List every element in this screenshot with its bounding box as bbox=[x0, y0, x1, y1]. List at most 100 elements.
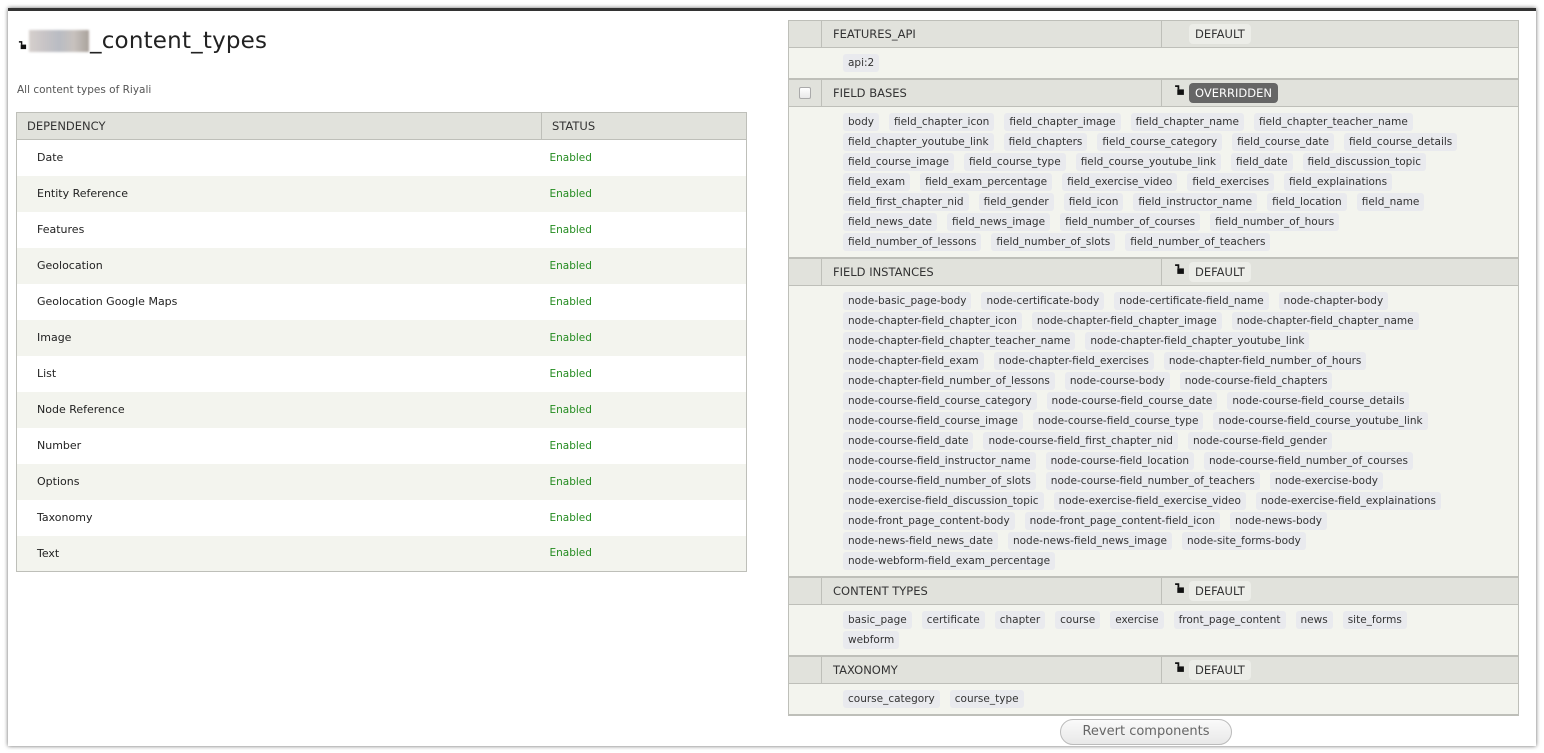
state-badge: DEFAULT bbox=[1189, 581, 1251, 601]
table-row: Number Enabled bbox=[16, 427, 747, 464]
table-row: Date Enabled bbox=[16, 139, 747, 176]
component-item: api:2 bbox=[843, 54, 880, 72]
state-badge: OVERRIDDEN bbox=[1189, 83, 1278, 103]
component-item: field_number_of_slots bbox=[991, 233, 1116, 251]
component-item: node-course-field_first_chapter_nid bbox=[983, 432, 1178, 450]
component-item: node-course-field_course_category bbox=[843, 392, 1037, 410]
component-item: course bbox=[1055, 611, 1101, 629]
component-item: field_date bbox=[1230, 153, 1293, 171]
component-item: field_course_category bbox=[1097, 133, 1223, 151]
revert-components-button[interactable]: Revert components bbox=[1060, 719, 1232, 745]
component-items: api:2 bbox=[789, 48, 1518, 79]
table-row: Text Enabled bbox=[16, 535, 747, 572]
component-item: node-chapter-field_chapter_name bbox=[1231, 312, 1419, 330]
table-row: Options Enabled bbox=[16, 463, 747, 500]
component-item: field_number_of_teachers bbox=[1125, 233, 1271, 251]
table-row: Image Enabled bbox=[16, 319, 747, 356]
component-name: TAXONOMY bbox=[822, 657, 1162, 683]
component-item: node-chapter-field_chapter_teacher_name bbox=[843, 332, 1076, 350]
component-item: node-course-field_chapters bbox=[1179, 372, 1333, 390]
component-item: node-news-field_news_date bbox=[843, 532, 998, 550]
component-item: field_first_chapter_nid bbox=[843, 193, 969, 211]
component-item: node-chapter-body bbox=[1278, 292, 1389, 310]
component-name: FIELD BASES bbox=[822, 80, 1162, 106]
component-item: node-chapter-field_chapter_icon bbox=[843, 312, 1022, 330]
dependency-name: Features bbox=[16, 211, 542, 248]
component-item: field_discussion_topic bbox=[1302, 153, 1427, 171]
lock-icon[interactable] bbox=[1174, 84, 1185, 96]
dependency-name: Geolocation bbox=[16, 247, 542, 284]
component-item: field_chapter_teacher_name bbox=[1253, 113, 1413, 131]
component-item: field_location bbox=[1267, 193, 1347, 211]
table-row: Geolocation Enabled bbox=[16, 247, 747, 284]
component-item: field_course_youtube_link bbox=[1075, 153, 1221, 171]
lock-icon[interactable] bbox=[1174, 582, 1185, 594]
component-item: front_page_content bbox=[1173, 611, 1286, 629]
component-state: DEFAULT bbox=[1162, 581, 1251, 601]
table-row: List Enabled bbox=[16, 355, 747, 392]
component-item: course_category bbox=[843, 690, 940, 708]
dependency-table: DEPENDENCY STATUS Date Enabled Entity Refe… bbox=[16, 112, 747, 572]
component-state: DEFAULT bbox=[1162, 24, 1251, 44]
status-badge: Enabled bbox=[541, 319, 747, 356]
lock-icon[interactable] bbox=[1174, 661, 1185, 673]
status-badge: Enabled bbox=[541, 139, 747, 176]
component-item: node-exercise-body bbox=[1269, 472, 1383, 490]
dependency-name: Date bbox=[16, 139, 542, 176]
component-item: node-course-body bbox=[1064, 372, 1170, 390]
component-item: node-course-field_course_youtube_link bbox=[1213, 412, 1428, 430]
component-item: field_explainations bbox=[1284, 173, 1393, 191]
component-item: field_chapter_icon bbox=[888, 113, 995, 131]
dependency-name: Options bbox=[16, 463, 542, 500]
state-badge: DEFAULT bbox=[1189, 24, 1251, 44]
table-row: Features Enabled bbox=[16, 211, 747, 248]
component-item: node-certificate-body bbox=[981, 292, 1105, 310]
component-item: node-chapter-field_number_of_lessons bbox=[843, 372, 1055, 390]
component-item: webform bbox=[843, 631, 900, 649]
component-state: OVERRIDDEN bbox=[1162, 83, 1278, 103]
component-header: TAXONOMY DEFAULT bbox=[789, 656, 1518, 684]
component-item: node-news-body bbox=[1230, 512, 1327, 530]
component-name: FEATURES_API bbox=[822, 21, 1162, 47]
component-item: node-course-field_instructor_name bbox=[843, 452, 1036, 470]
component-item: field_news_date bbox=[843, 213, 938, 231]
component-item: node-front_page_content-field_icon bbox=[1024, 512, 1221, 530]
checkbox-cell bbox=[789, 578, 822, 604]
component-item: node-exercise-field_discussion_topic bbox=[843, 492, 1044, 510]
lock-icon bbox=[18, 40, 27, 49]
component-item: field_chapter_image bbox=[1004, 113, 1121, 131]
state-badge: DEFAULT bbox=[1189, 262, 1251, 282]
component-item: node-chapter-field_chapter_youtube_link bbox=[1085, 332, 1310, 350]
component-item: node-course-field_location bbox=[1045, 452, 1195, 470]
component-item: field_course_date bbox=[1232, 133, 1335, 151]
components-table: FEATURES_API DEFAULT api:2 FIELD BASES OVERR… bbox=[788, 20, 1519, 716]
lock-icon[interactable] bbox=[1174, 263, 1185, 275]
component-state: DEFAULT bbox=[1162, 660, 1251, 680]
page-title: _content_types bbox=[18, 28, 267, 54]
status-badge: Enabled bbox=[541, 211, 747, 248]
table-row: Geolocation Google Maps Enabled bbox=[16, 283, 747, 320]
component-name: FIELD INSTANCES bbox=[822, 259, 1162, 285]
component-item: body bbox=[843, 113, 879, 131]
component-item: field_chapter_name bbox=[1130, 113, 1244, 131]
table-row: Entity Reference Enabled bbox=[16, 175, 747, 212]
component-item: node-course-field_course_details bbox=[1227, 392, 1410, 410]
checkbox-cell bbox=[789, 657, 822, 683]
component-item: node-chapter-field_number_of_hours bbox=[1163, 352, 1367, 370]
component-checkbox[interactable] bbox=[799, 87, 811, 99]
component-item: node-webform-field_exam_percentage bbox=[843, 552, 1056, 570]
column-header-dependency: DEPENDENCY bbox=[16, 112, 542, 140]
component-header: FEATURES_API DEFAULT bbox=[789, 20, 1518, 48]
status-badge: Enabled bbox=[541, 391, 747, 428]
component-item: node-chapter-field_chapter_image bbox=[1031, 312, 1222, 330]
status-badge: Enabled bbox=[541, 355, 747, 392]
component-item: node-site_forms-body bbox=[1181, 532, 1306, 550]
component-name: CONTENT TYPES bbox=[822, 578, 1162, 604]
component-item: exercise bbox=[1110, 611, 1164, 629]
component-item: field_course_details bbox=[1344, 133, 1458, 151]
checkbox-cell bbox=[789, 259, 822, 285]
component-item: field_number_of_lessons bbox=[843, 233, 982, 251]
status-badge: Enabled bbox=[541, 283, 747, 320]
component-item: certificate bbox=[921, 611, 985, 629]
dependency-name: Entity Reference bbox=[16, 175, 542, 212]
